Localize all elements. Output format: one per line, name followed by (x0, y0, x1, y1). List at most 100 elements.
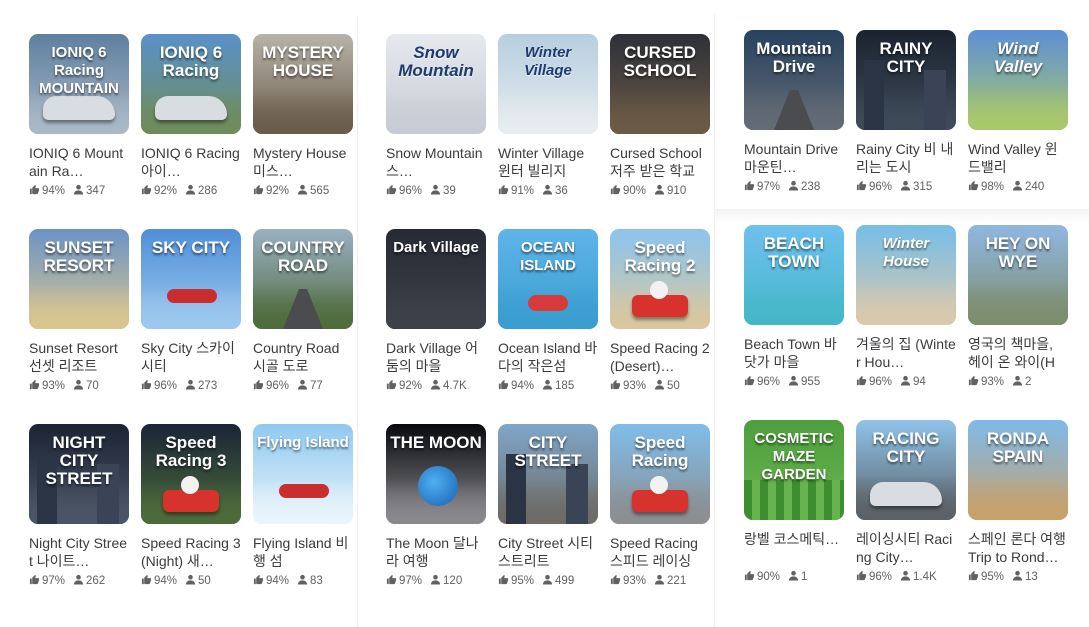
players-stat: 50 (654, 379, 680, 393)
game-card[interactable]: Speed Racing Speed Racing 스피드 레이싱 93% 221 (610, 424, 710, 587)
player-count: 70 (86, 380, 99, 392)
game-card[interactable]: MYSTERY HOUSE Mystery House 미스… 92% 565 (253, 34, 353, 197)
game-name[interactable]: Wind Valley 윈드밸리 (968, 140, 1068, 176)
game-card[interactable]: HEY ON WYE 영국의 책마을, 헤이 온 와이(Ha… 93% 2 (968, 225, 1068, 388)
game-thumbnail[interactable]: IONIQ 6 Racing MOUNTAIN (29, 34, 129, 134)
game-name[interactable]: The Moon 달나라 여행 (386, 534, 486, 570)
game-name[interactable]: Cursed School 저주 받은 학교 (610, 144, 710, 180)
game-card[interactable]: SKY CITY Sky City 스카이 시티 96% 273 (141, 229, 241, 392)
game-name[interactable]: IONIQ 6 Mountain Ra… (29, 144, 129, 180)
game-card[interactable]: COUNTRY ROAD Country Road 시골 도로 96% 77 (253, 229, 353, 392)
players-stat: 1 (788, 570, 807, 584)
players-stat: 50 (185, 574, 211, 588)
game-name[interactable]: Winter Village 윈터 빌리지 (498, 144, 598, 180)
player-count: 120 (443, 575, 463, 587)
game-name[interactable]: Sky City 스카이 시티 (141, 339, 241, 375)
game-thumbnail[interactable]: SUNSET RESORT (29, 229, 129, 329)
game-name[interactable]: 겨울의 집 (Winter Hou… (856, 335, 956, 371)
game-name[interactable]: 랑벨 코스메틱… (744, 530, 844, 566)
game-name[interactable]: Rainy City 비 내리는 도시 (856, 140, 956, 176)
game-card[interactable]: OCEAN ISLAND Ocean Island 바다의 작은섬 94% 185 (498, 229, 598, 392)
thumbs-up-icon (744, 180, 755, 194)
game-card[interactable]: COSMETIC MAZE GARDEN 랑벨 코스메틱… 90% 1 (744, 420, 844, 583)
game-name[interactable]: Ocean Island 바다의 작은섬 (498, 339, 598, 375)
game-name[interactable]: Dark Village 어둠의 마을 (386, 339, 486, 375)
game-name[interactable]: Flying Island 비행 섬 (253, 534, 353, 570)
game-card[interactable]: Speed Racing 3 Speed Racing 3 (Night) 새… 9… (141, 424, 241, 587)
game-thumbnail[interactable]: COUNTRY ROAD (253, 229, 353, 329)
game-card[interactable]: IONIQ 6 Racing MOUNTAIN IONIQ 6 Mountain … (29, 34, 129, 197)
game-thumbnail[interactable]: Winter Village (498, 34, 598, 134)
rating-stat: 97% (744, 180, 780, 194)
game-thumbnail[interactable]: OCEAN ISLAND (498, 229, 598, 329)
rating-stat: 98% (968, 180, 1004, 194)
game-name[interactable]: Speed Racing 3 (Night) 새… (141, 534, 241, 570)
game-card[interactable]: BEACH TOWN Beach Town 바닷가 마을 96% 955 (744, 225, 844, 388)
game-card[interactable]: RAINY CITY Rainy City 비 내리는 도시 96% 315 (856, 30, 956, 193)
game-card[interactable]: CURSED SCHOOL Cursed School 저주 받은 학교 90% 91… (610, 34, 710, 197)
game-name[interactable]: Beach Town 바닷가 마을 (744, 335, 844, 371)
game-card[interactable]: RACING CITY 레이싱시티 Racing City… 96% 1.4K (856, 420, 956, 583)
game-thumbnail[interactable]: NIGHT CITY STREET (29, 424, 129, 524)
game-card[interactable]: Speed Racing 2 Speed Racing 2 (Desert)… 93… (610, 229, 710, 392)
game-thumbnail[interactable]: RACING CITY (856, 420, 956, 520)
game-card[interactable]: CITY STREET City Street 시티 스트리트 95% 499 (498, 424, 598, 587)
game-grid: Snow Mountain Snow Mountain 스… 96% 39 Winter… (386, 34, 710, 587)
game-thumbnail[interactable]: IONIQ 6 Racing (141, 34, 241, 134)
game-card[interactable]: Flying Island Flying Island 비행 섬 94% 83 (253, 424, 353, 587)
game-card[interactable]: RONDA SPAIN 스페인 론다 여행 Trip to Rond… 95% 13 (968, 420, 1068, 583)
game-thumbnail[interactable]: THE MOON (386, 424, 486, 524)
game-thumbnail[interactable]: SKY CITY (141, 229, 241, 329)
game-thumbnail[interactable]: RONDA SPAIN (968, 420, 1068, 520)
game-thumbnail[interactable]: RAINY CITY (856, 30, 956, 130)
game-thumbnail[interactable]: Mountain Drive (744, 30, 844, 130)
game-thumbnail[interactable]: HEY ON WYE (968, 225, 1068, 325)
game-name[interactable]: Snow Mountain 스… (386, 144, 486, 180)
rating-value: 93% (42, 380, 66, 392)
game-name[interactable]: IONIQ 6 Racing 아이… (141, 144, 241, 180)
game-card[interactable]: Winter Village Winter Village 윈터 빌리지 91% 36 (498, 34, 598, 197)
game-card[interactable]: Snow Mountain Snow Mountain 스… 96% 39 (386, 34, 486, 197)
game-name[interactable]: 스페인 론다 여행 Trip to Rond… (968, 530, 1068, 566)
game-name[interactable]: Mystery House 미스… (253, 144, 353, 180)
game-thumbnail[interactable]: COSMETIC MAZE GARDEN (744, 420, 844, 520)
game-thumbnail[interactable]: Wind Valley (968, 30, 1068, 130)
thumbnail-title: RAINY CITY (879, 39, 933, 76)
game-thumbnail[interactable]: CURSED SCHOOL (610, 34, 710, 134)
game-thumbnail[interactable]: Winter House (856, 225, 956, 325)
game-name[interactable]: Sunset Resort 선셋 리조트 (29, 339, 129, 375)
game-card[interactable]: Mountain Drive Mountain Drive 마운틴… 97% 238 (744, 30, 844, 193)
player-count: 221 (667, 575, 687, 587)
game-thumbnail[interactable]: Snow Mountain (386, 34, 486, 134)
game-thumbnail[interactable]: Dark Village (386, 229, 486, 329)
game-name[interactable]: Speed Racing 2 (Desert)… (610, 339, 710, 375)
game-name[interactable]: Speed Racing 스피드 레이싱 (610, 534, 710, 570)
game-card[interactable]: IONIQ 6 Racing IONIQ 6 Racing 아이… 92% 286 (141, 34, 241, 197)
thumbs-up-icon (141, 379, 152, 393)
game-card[interactable]: SUNSET RESORT Sunset Resort 선셋 리조트 93% 70 (29, 229, 129, 392)
game-card[interactable]: Winter House 겨울의 집 (Winter Hou… 96% 94 (856, 225, 956, 388)
game-name[interactable]: City Street 시티 스트리트 (498, 534, 598, 570)
game-card[interactable]: NIGHT CITY STREET Night City Street 나이트… 9… (29, 424, 129, 587)
game-name[interactable]: 레이싱시티 Racing City… (856, 530, 956, 566)
game-name[interactable]: 영국의 책마을, 헤이 온 와이(Ha… (968, 335, 1068, 371)
game-thumbnail[interactable]: CITY STREET (498, 424, 598, 524)
game-card[interactable]: Dark Village Dark Village 어둠의 마을 92% 4.7K (386, 229, 486, 392)
thumbs-up-icon (968, 375, 979, 389)
player-count: 2 (1025, 376, 1032, 388)
game-card[interactable]: Wind Valley Wind Valley 윈드밸리 98% 240 (968, 30, 1068, 193)
game-name[interactable]: Mountain Drive 마운틴… (744, 140, 844, 176)
game-stats: 94% 185 (498, 379, 598, 393)
game-thumbnail[interactable]: MYSTERY HOUSE (253, 34, 353, 134)
game-thumbnail[interactable]: Flying Island (253, 424, 353, 524)
game-card[interactable]: THE MOON The Moon 달나라 여행 97% 120 (386, 424, 486, 587)
thumbs-up-icon (856, 375, 867, 389)
game-thumbnail[interactable]: BEACH TOWN (744, 225, 844, 325)
game-name[interactable]: Night City Street 나이트… (29, 534, 129, 570)
person-icon (542, 379, 553, 393)
game-name[interactable]: Country Road 시골 도로 (253, 339, 353, 375)
game-thumbnail[interactable]: Speed Racing 3 (141, 424, 241, 524)
game-thumbnail[interactable]: Speed Racing 2 (610, 229, 710, 329)
person-icon (788, 570, 799, 584)
game-thumbnail[interactable]: Speed Racing (610, 424, 710, 524)
